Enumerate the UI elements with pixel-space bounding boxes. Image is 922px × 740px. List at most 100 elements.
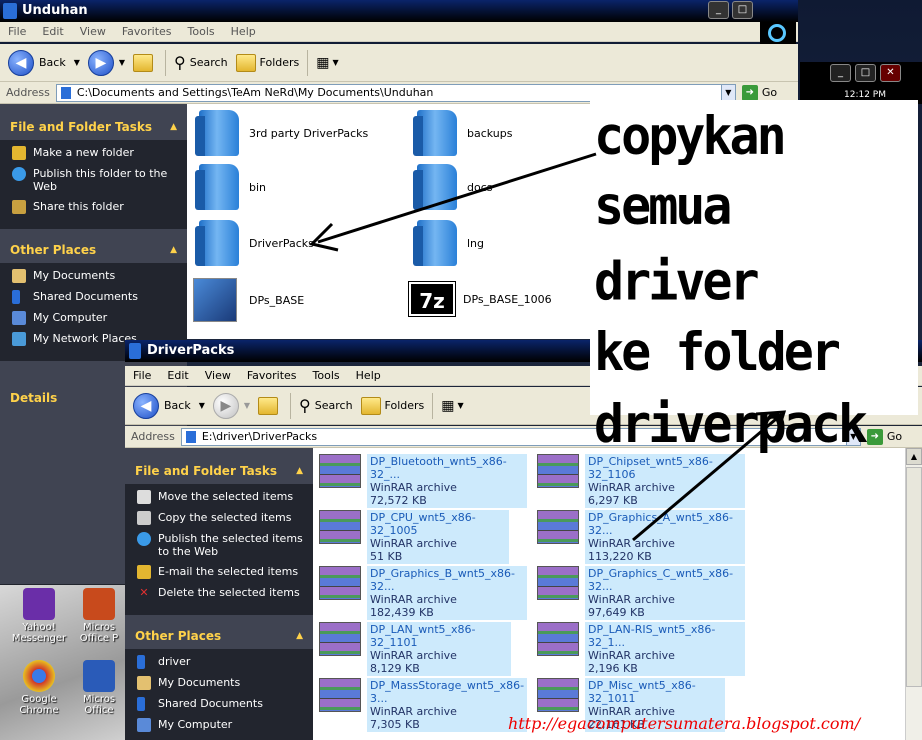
folder-item[interactable]: 3rd party DriverPacks — [195, 110, 368, 156]
other-places-header[interactable]: Other Places ▲ — [0, 237, 187, 263]
folder-up-icon — [133, 53, 154, 72]
folder-item[interactable]: docs — [413, 164, 493, 210]
menu-tools[interactable]: Tools — [180, 25, 223, 38]
annotation-line: driverpack — [594, 393, 868, 455]
forward-button[interactable]: ▶ ▼ — [212, 392, 251, 419]
winrar-archive-icon — [537, 510, 579, 544]
search-button[interactable]: ⚲ Search — [299, 396, 353, 415]
archive-item[interactable]: DP_Graphics_B_wnt5_x86-32... WinRAR archi… — [319, 566, 527, 620]
folder-icon — [413, 164, 457, 210]
task-publish-web[interactable]: Publish this folder to the Web — [12, 167, 179, 193]
place-my-documents[interactable]: My Documents — [137, 676, 305, 690]
menu-edit[interactable]: Edit — [159, 369, 196, 382]
archive-item[interactable]: DP_Graphics_C_wnt5_x86-32... WinRAR archi… — [537, 566, 745, 620]
globe-icon — [137, 532, 151, 546]
menu-favorites[interactable]: Favorites — [114, 25, 180, 38]
search-button[interactable]: ⚲ Search — [174, 53, 228, 72]
scroll-thumb[interactable] — [906, 467, 922, 687]
file-tasks-header[interactable]: File and Folder Tasks ▲ — [0, 114, 187, 140]
window-title-unduhan[interactable]: Unduhan — [0, 0, 798, 22]
back-minimize-button[interactable]: _ — [708, 1, 729, 19]
folder-item[interactable]: bin — [195, 164, 266, 210]
task-publish-web[interactable]: Publish the selected items to the Web — [137, 532, 305, 558]
delete-icon: ✕ — [139, 586, 149, 599]
folder-icon — [137, 655, 145, 669]
forward-button[interactable]: ▶ ▼ — [87, 49, 125, 76]
archive-item[interactable]: DP_CPU_wnt5_x86-32_1005 WinRAR archive 51 … — [319, 510, 509, 564]
folders-button[interactable]: Folders — [360, 396, 424, 415]
task-share-folder[interactable]: Share this folder — [12, 200, 179, 214]
folder-item[interactable]: DriverPacks — [195, 220, 314, 266]
archive-item[interactable]: DP_Chipset_wnt5_x86-32_1106 WinRAR archiv… — [537, 454, 745, 508]
folders-button[interactable]: Folders — [235, 53, 299, 72]
sevenzip-icon: 7z — [408, 281, 456, 317]
menu-tools[interactable]: Tools — [305, 369, 348, 382]
back-button[interactable]: ◀ Back ▼ — [133, 392, 205, 419]
separator — [307, 49, 309, 76]
collapse-icon: ▲ — [296, 466, 303, 476]
place-shared-documents[interactable]: Shared Documents — [12, 290, 179, 304]
menu-view[interactable]: View — [197, 369, 239, 382]
folder-icon — [413, 220, 457, 266]
other-places-panel: driver My Documents Shared Documents My … — [125, 649, 313, 740]
menu-file[interactable]: File — [125, 369, 159, 382]
place-driver[interactable]: driver — [137, 655, 305, 669]
task-copy[interactable]: Copy the selected items — [137, 511, 305, 525]
menu-help[interactable]: Help — [223, 25, 264, 38]
archive-item[interactable]: DP_MassStorage_wnt5_x86-3... WinRAR archi… — [319, 678, 527, 732]
folder-icon — [195, 110, 239, 156]
menu-view[interactable]: View — [72, 25, 114, 38]
window-folder-icon — [3, 3, 17, 19]
chevron-down-icon: ▼ — [198, 401, 205, 410]
maximize-button[interactable]: □ — [855, 64, 876, 82]
task-move[interactable]: Move the selected items — [137, 490, 305, 504]
up-button[interactable] — [258, 396, 282, 415]
archive-item[interactable]: DP_Graphics_A_wnt5_x86-32... WinRAR archi… — [537, 510, 745, 564]
menu-file[interactable]: File — [0, 25, 34, 38]
chevron-down-icon: ▼ — [332, 58, 339, 67]
task-make-folder[interactable]: Make a new folder — [12, 146, 179, 160]
back-button[interactable]: ◀ Back ▼ — [8, 49, 80, 76]
menu-edit[interactable]: Edit — [34, 25, 71, 38]
place-my-documents[interactable]: My Documents — [12, 269, 179, 283]
close-button[interactable]: ✕ — [880, 64, 901, 82]
minimize-button[interactable]: _ — [830, 64, 851, 82]
watermark-url: http://egacomputersumatera.blogspot.com/ — [508, 714, 861, 733]
app-item[interactable]: DPs_BASE — [193, 278, 304, 322]
back-arrow-icon: ◀ — [133, 392, 159, 419]
desktop-icon-word[interactable]: Micros Office — [74, 660, 124, 716]
archive-7z-item[interactable]: 7z DPs_BASE_1006 — [408, 281, 552, 317]
annotation-line: semua driver — [594, 175, 760, 313]
desktop-icon-yahoo[interactable]: Yahoo! Messenger — [4, 588, 74, 644]
views-button[interactable]: ▦ ▼ — [316, 55, 338, 71]
up-button[interactable] — [133, 53, 157, 72]
separator — [290, 392, 292, 419]
task-delete[interactable]: ✕ Delete the selected items — [137, 586, 305, 600]
xp-logo-area — [760, 22, 796, 44]
archive-item[interactable]: DP_LAN-RIS_wnt5_x86-32_1... WinRAR archiv… — [537, 622, 745, 676]
menu-favorites[interactable]: Favorites — [239, 369, 305, 382]
views-button[interactable]: ▦ ▼ — [441, 398, 463, 414]
folder-item[interactable]: lng — [413, 220, 484, 266]
menu-help[interactable]: Help — [348, 369, 389, 382]
back-maximize-button[interactable]: □ — [732, 1, 753, 19]
place-shared-documents[interactable]: Shared Documents — [137, 697, 305, 711]
yahoo-messenger-icon — [23, 588, 55, 620]
other-places-header[interactable]: Other Places ▲ — [125, 623, 313, 649]
place-my-computer[interactable]: My Computer — [137, 718, 305, 732]
archive-item[interactable]: DP_Bluetooth_wnt5_x86-32_... WinRAR archi… — [319, 454, 527, 508]
annotation-box: copykan semua driver ke folder driverpac… — [590, 100, 918, 454]
task-email[interactable]: E-mail the selected items — [137, 565, 305, 579]
winrar-archive-icon — [319, 454, 361, 488]
file-tasks-header[interactable]: File and Folder Tasks ▲ — [125, 458, 313, 484]
archive-item[interactable]: DP_LAN_wnt5_x86-32_1101 WinRAR archive 8,1… — [319, 622, 511, 676]
folder-item[interactable]: backups — [413, 110, 513, 156]
place-my-computer[interactable]: My Computer — [12, 311, 179, 325]
scrollbar[interactable]: ▲ — [905, 448, 922, 740]
chevron-down-icon: ▼ — [243, 401, 251, 410]
desktop-icon-powerpoint[interactable]: Micros Office P — [74, 588, 124, 644]
file-tasks-panel: Make a new folder Publish this folder to… — [0, 140, 187, 229]
computer-icon — [12, 311, 26, 325]
desktop-icon-chrome[interactable]: Google Chrome — [4, 660, 74, 716]
winrar-archive-icon — [319, 566, 361, 600]
